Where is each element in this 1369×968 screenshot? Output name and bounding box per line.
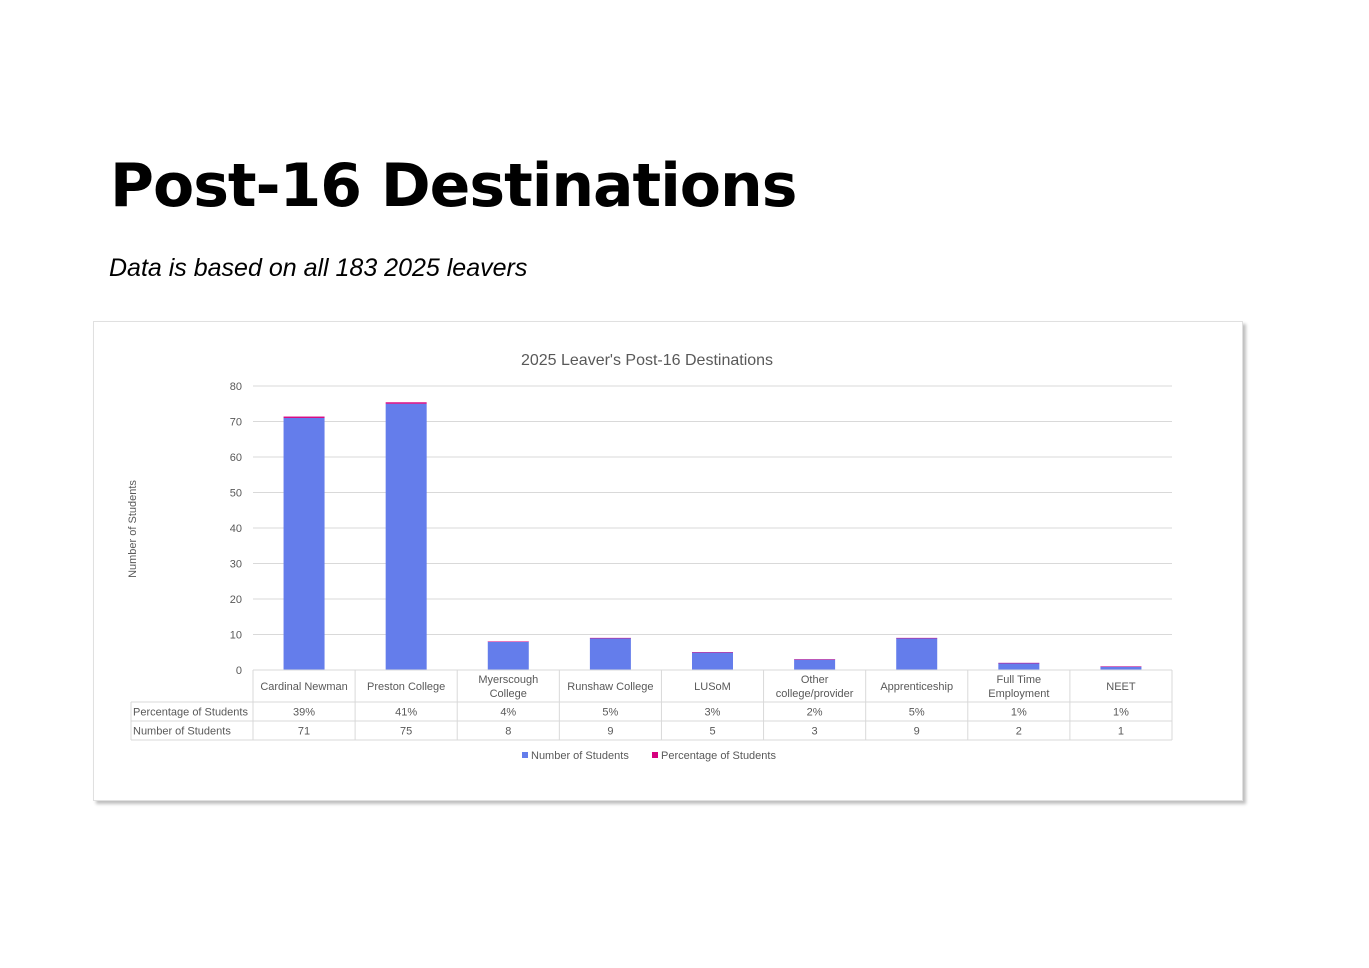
- gridlines: 0 10 20 30 40 50 60 70 80: [230, 381, 1172, 677]
- table-cell: 41%: [395, 707, 417, 719]
- table-cell: 39%: [293, 707, 315, 719]
- table-cell: 75: [400, 726, 412, 738]
- bar-percentage-of-students: [896, 637, 938, 639]
- x-category-label: College: [490, 688, 527, 700]
- y-tick-label: 30: [230, 559, 242, 571]
- y-tick-label: 0: [236, 665, 242, 677]
- legend-swatch: [522, 752, 528, 758]
- table-cell: 9: [914, 726, 920, 738]
- x-category-label: Other: [801, 674, 829, 686]
- x-category-label: Preston College: [367, 681, 445, 693]
- x-category-label: Full Time: [997, 674, 1042, 686]
- table-cell: 2: [1016, 726, 1022, 738]
- bar-percentage-of-students: [589, 637, 631, 639]
- chart-svg: 2025 Leaver's Post-16 Destinations Numbe…: [127, 352, 1173, 762]
- bar-percentage-of-students: [487, 641, 529, 642]
- data-table: Cardinal Newman Preston College Myerscough…: [130, 669, 1173, 741]
- table-cell: 5%: [909, 707, 925, 719]
- table-cell: 5%: [602, 707, 618, 719]
- y-tick-label: 50: [230, 488, 242, 500]
- table-cell: 4%: [500, 707, 516, 719]
- bar-number-of-students: [1100, 666, 1142, 670]
- legend-label: Number of Students: [531, 750, 629, 762]
- bar-number-of-students: [896, 638, 938, 670]
- page-subtitle: Data is based on all 183 2025 leavers: [109, 254, 528, 282]
- bar-number-of-students: [589, 638, 631, 670]
- bar-percentage-of-students: [998, 662, 1040, 664]
- table-cell: 1%: [1011, 707, 1027, 719]
- bar-number-of-students: [692, 652, 733, 670]
- table-cell: 1: [1118, 726, 1124, 738]
- x-category-label: LUSoM: [694, 681, 731, 693]
- table-cell: 2%: [807, 707, 823, 719]
- x-category-label: Cardinal Newman: [260, 681, 347, 693]
- y-tick-label: 10: [230, 630, 242, 642]
- legend: Number of Students Percentage of Students: [522, 750, 776, 762]
- x-category-label: Apprenticeship: [880, 681, 953, 693]
- chart-container: 2025 Leaver's Post-16 Destinations Numbe…: [93, 321, 1243, 801]
- table-cell: 5: [709, 726, 715, 738]
- bar-number-of-students: [998, 662, 1040, 670]
- y-tick-label: 80: [230, 381, 242, 393]
- table-cell: 1%: [1113, 707, 1129, 719]
- table-cell: 3%: [705, 707, 721, 719]
- table-cell: 71: [298, 726, 310, 738]
- x-category-label: Runshaw College: [567, 681, 653, 693]
- page-title: Post-16 Destinations: [110, 151, 797, 221]
- table-row-header: Percentage of Students: [133, 707, 248, 719]
- bar-number-of-students: [794, 659, 836, 670]
- x-category-label: college/provider: [776, 688, 854, 700]
- bar-percentage-of-students: [794, 659, 836, 660]
- table-row-header: Number of Students: [133, 726, 231, 738]
- bar-percentage-of-students: [1100, 666, 1142, 667]
- bar-number-of-students: [283, 417, 325, 670]
- y-tick-label: 70: [230, 417, 242, 429]
- table-cell: 3: [812, 726, 818, 738]
- y-axis-title: Number of Students: [127, 480, 139, 578]
- x-category-label: Employment: [988, 688, 1049, 700]
- x-category-label: NEET: [1106, 681, 1136, 693]
- legend-swatch: [652, 752, 658, 758]
- bar-percentage-of-students: [692, 652, 733, 653]
- y-tick-label: 20: [230, 594, 242, 606]
- x-category-label: Myerscough: [478, 674, 538, 686]
- table-cell: 8: [505, 726, 511, 738]
- legend-label: Percentage of Students: [661, 750, 776, 762]
- y-tick-label: 40: [230, 523, 242, 535]
- bar-percentage-of-students: [283, 416, 325, 418]
- bar-number-of-students: [487, 641, 529, 670]
- y-tick-label: 60: [230, 452, 242, 464]
- chart-title: 2025 Leaver's Post-16 Destinations: [521, 352, 773, 369]
- bar-number-of-students: [385, 403, 427, 670]
- bars: [283, 402, 1142, 670]
- bar-percentage-of-students: [385, 402, 427, 404]
- table-cell: 9: [607, 726, 613, 738]
